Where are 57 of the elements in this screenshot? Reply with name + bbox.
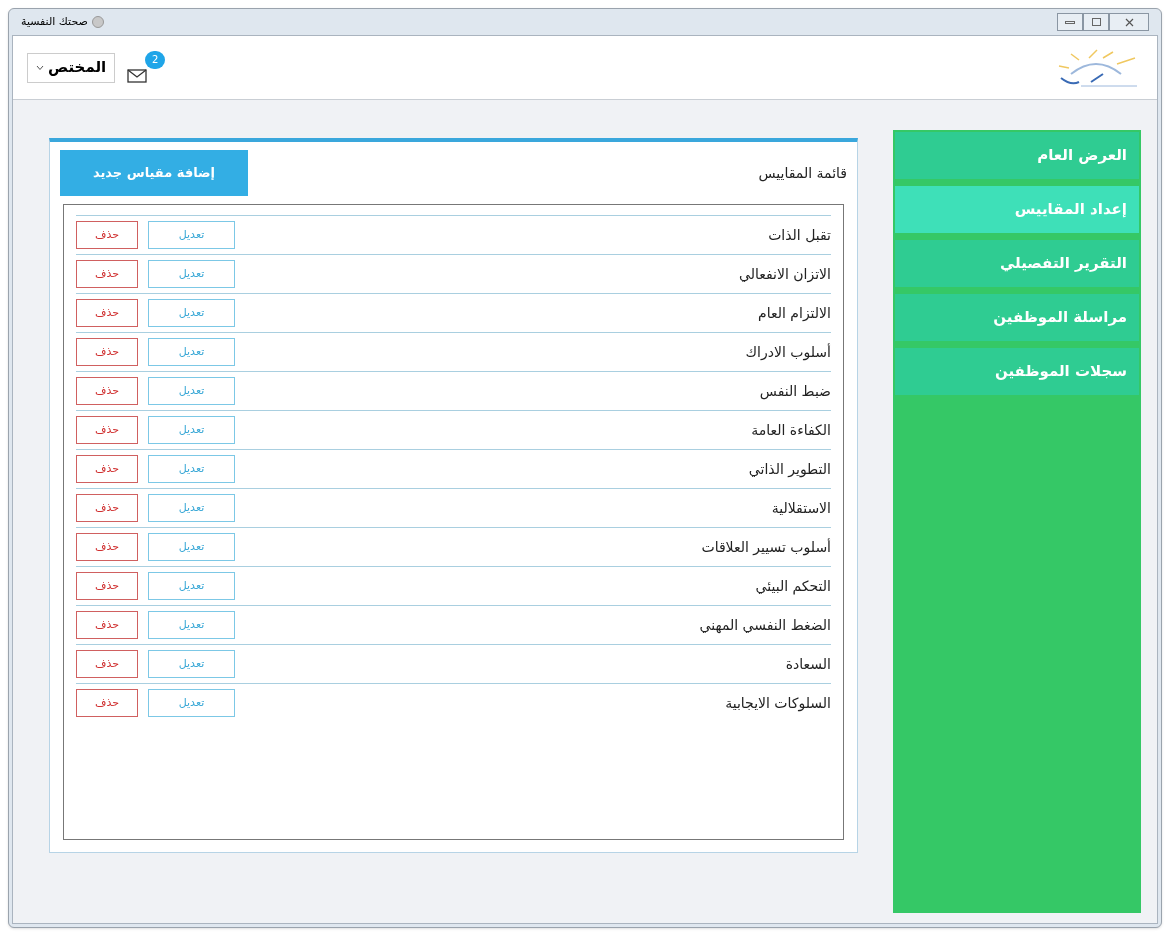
window-title: صحتك النفسية: [21, 13, 88, 30]
envelope-icon: [127, 68, 148, 83]
minimize-button[interactable]: [1057, 13, 1083, 31]
measure-name: الاستقلالية: [771, 498, 831, 518]
messages-button[interactable]: 2: [127, 52, 178, 83]
chevron-down-icon: [36, 64, 44, 71]
edit-button[interactable]: تعديل: [148, 260, 235, 288]
nav-item[interactable]: مراسلة الموظفين: [895, 294, 1139, 341]
edit-button[interactable]: تعديل: [148, 572, 235, 600]
edit-button[interactable]: تعديل: [148, 689, 235, 717]
nav-item[interactable]: إعداد المقاييس: [895, 186, 1139, 233]
nav-item[interactable]: العرض العام: [895, 132, 1139, 179]
edit-button[interactable]: تعديل: [148, 494, 235, 522]
measure-name: السعادة: [785, 654, 831, 674]
edit-button[interactable]: تعديل: [148, 533, 235, 561]
edit-button[interactable]: تعديل: [148, 299, 235, 327]
edit-button[interactable]: تعديل: [148, 416, 235, 444]
measure-name: تقبل الذات: [768, 225, 831, 245]
measure-name: السلوكات الايجابية: [725, 693, 831, 714]
delete-button[interactable]: حذف: [76, 611, 138, 639]
nav-item[interactable]: سجلات الموظفين: [895, 348, 1139, 395]
app-icon: [91, 16, 104, 28]
edit-button[interactable]: تعديل: [148, 221, 235, 249]
notification-badge: 2: [145, 50, 166, 69]
delete-button[interactable]: حذف: [76, 377, 138, 405]
close-button[interactable]: [1109, 13, 1149, 31]
add-measure-button[interactable]: إضافة مقياس جديد: [60, 150, 248, 196]
delete-button[interactable]: حذف: [76, 650, 138, 678]
edit-button[interactable]: تعديل: [148, 338, 235, 366]
measure-name: أسلوب تسيير العلاقات: [701, 537, 831, 558]
maximize-button[interactable]: [1083, 13, 1109, 31]
nav-item[interactable]: التقرير التفصيلي: [895, 240, 1139, 287]
measure-name: التحكم البيئي: [755, 576, 831, 597]
delete-button[interactable]: حذف: [76, 260, 138, 288]
delete-button[interactable]: حذف: [76, 572, 138, 600]
delete-button[interactable]: حذف: [76, 221, 138, 249]
user-menu[interactable]: المختص: [27, 52, 116, 83]
edit-button[interactable]: تعديل: [148, 455, 235, 483]
delete-button[interactable]: حذف: [76, 338, 138, 366]
delete-button[interactable]: حذف: [76, 533, 138, 561]
delete-button[interactable]: حذف: [76, 299, 138, 327]
measure-name: أسلوب الادراك: [745, 342, 831, 363]
measure-name: الضغط النفسي المهني: [699, 615, 831, 635]
edit-button[interactable]: تعديل: [148, 611, 235, 639]
delete-button[interactable]: حذف: [76, 416, 138, 444]
edit-button[interactable]: تعديل: [148, 377, 235, 405]
measure-name: الكفاءة العامة: [751, 420, 831, 440]
measure-name: الالتزام العام: [758, 303, 831, 323]
close-icon: [1124, 17, 1134, 27]
panel-title: قائمة المقاييس: [758, 163, 847, 184]
delete-button[interactable]: حذف: [76, 494, 138, 522]
measure-name: الاتزان الانفعالي: [739, 264, 831, 285]
measure-name: التطوير الذاتي: [748, 459, 831, 480]
edit-button[interactable]: تعديل: [148, 650, 235, 678]
measure-name: ضبط النفس: [759, 381, 831, 402]
delete-button[interactable]: حذف: [76, 689, 138, 717]
delete-button[interactable]: حذف: [76, 455, 138, 483]
